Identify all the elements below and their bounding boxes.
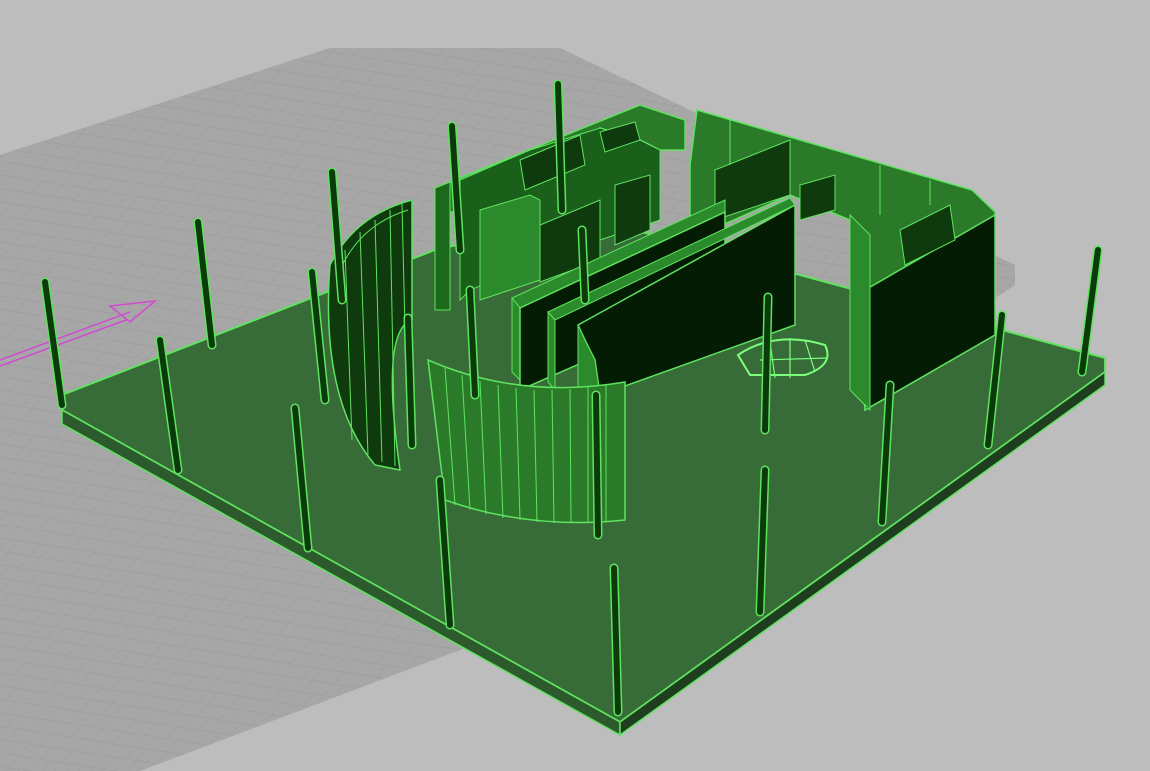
perspective-scene[interactable] xyxy=(0,0,1150,771)
column-19[interactable] xyxy=(577,225,590,305)
column-18[interactable] xyxy=(465,285,480,400)
column-14[interactable] xyxy=(760,292,773,435)
column-15[interactable] xyxy=(591,390,603,540)
column-9[interactable] xyxy=(609,563,623,717)
3d-viewport[interactable] xyxy=(0,0,1150,771)
column-10[interactable] xyxy=(755,465,770,617)
column-5[interactable] xyxy=(553,79,567,215)
column-17[interactable] xyxy=(403,313,417,450)
